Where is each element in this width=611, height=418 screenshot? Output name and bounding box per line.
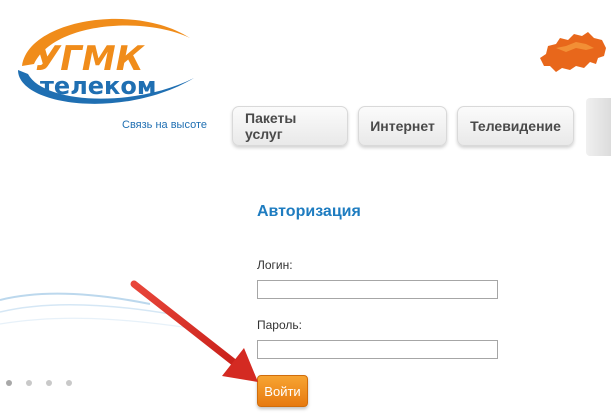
nav-item-partial[interactable] [586, 98, 611, 156]
decorative-swoosh [0, 292, 191, 329]
password-label: Пароль: [257, 318, 302, 332]
company-logo[interactable]: УГМК телеком Связь на высоте [14, 8, 207, 138]
slider-pager [6, 380, 72, 386]
pager-dot[interactable] [26, 380, 32, 386]
nav-item-internet[interactable]: Интернет [358, 106, 447, 146]
password-input[interactable] [257, 340, 498, 359]
logo-text-telecom: телеком [40, 72, 156, 100]
pager-dot[interactable] [6, 380, 12, 386]
auth-title: Авторизация [257, 203, 361, 220]
login-button[interactable]: Войти [257, 375, 308, 407]
pager-dot[interactable] [46, 380, 52, 386]
login-label: Логин: [257, 258, 293, 272]
nav-item-packages[interactable]: Пакеты услуг [232, 106, 348, 146]
logo-tagline: Связь на высоте [122, 119, 207, 131]
main-nav: Пакеты услуг Интернет Телевидение [232, 106, 574, 146]
pager-dot[interactable] [66, 380, 72, 386]
nav-item-television[interactable]: Телевидение [457, 106, 574, 146]
login-input[interactable] [257, 280, 498, 299]
logo-swoosh-icon: УГМК телеком [18, 18, 194, 104]
russia-map-icon [540, 32, 606, 72]
